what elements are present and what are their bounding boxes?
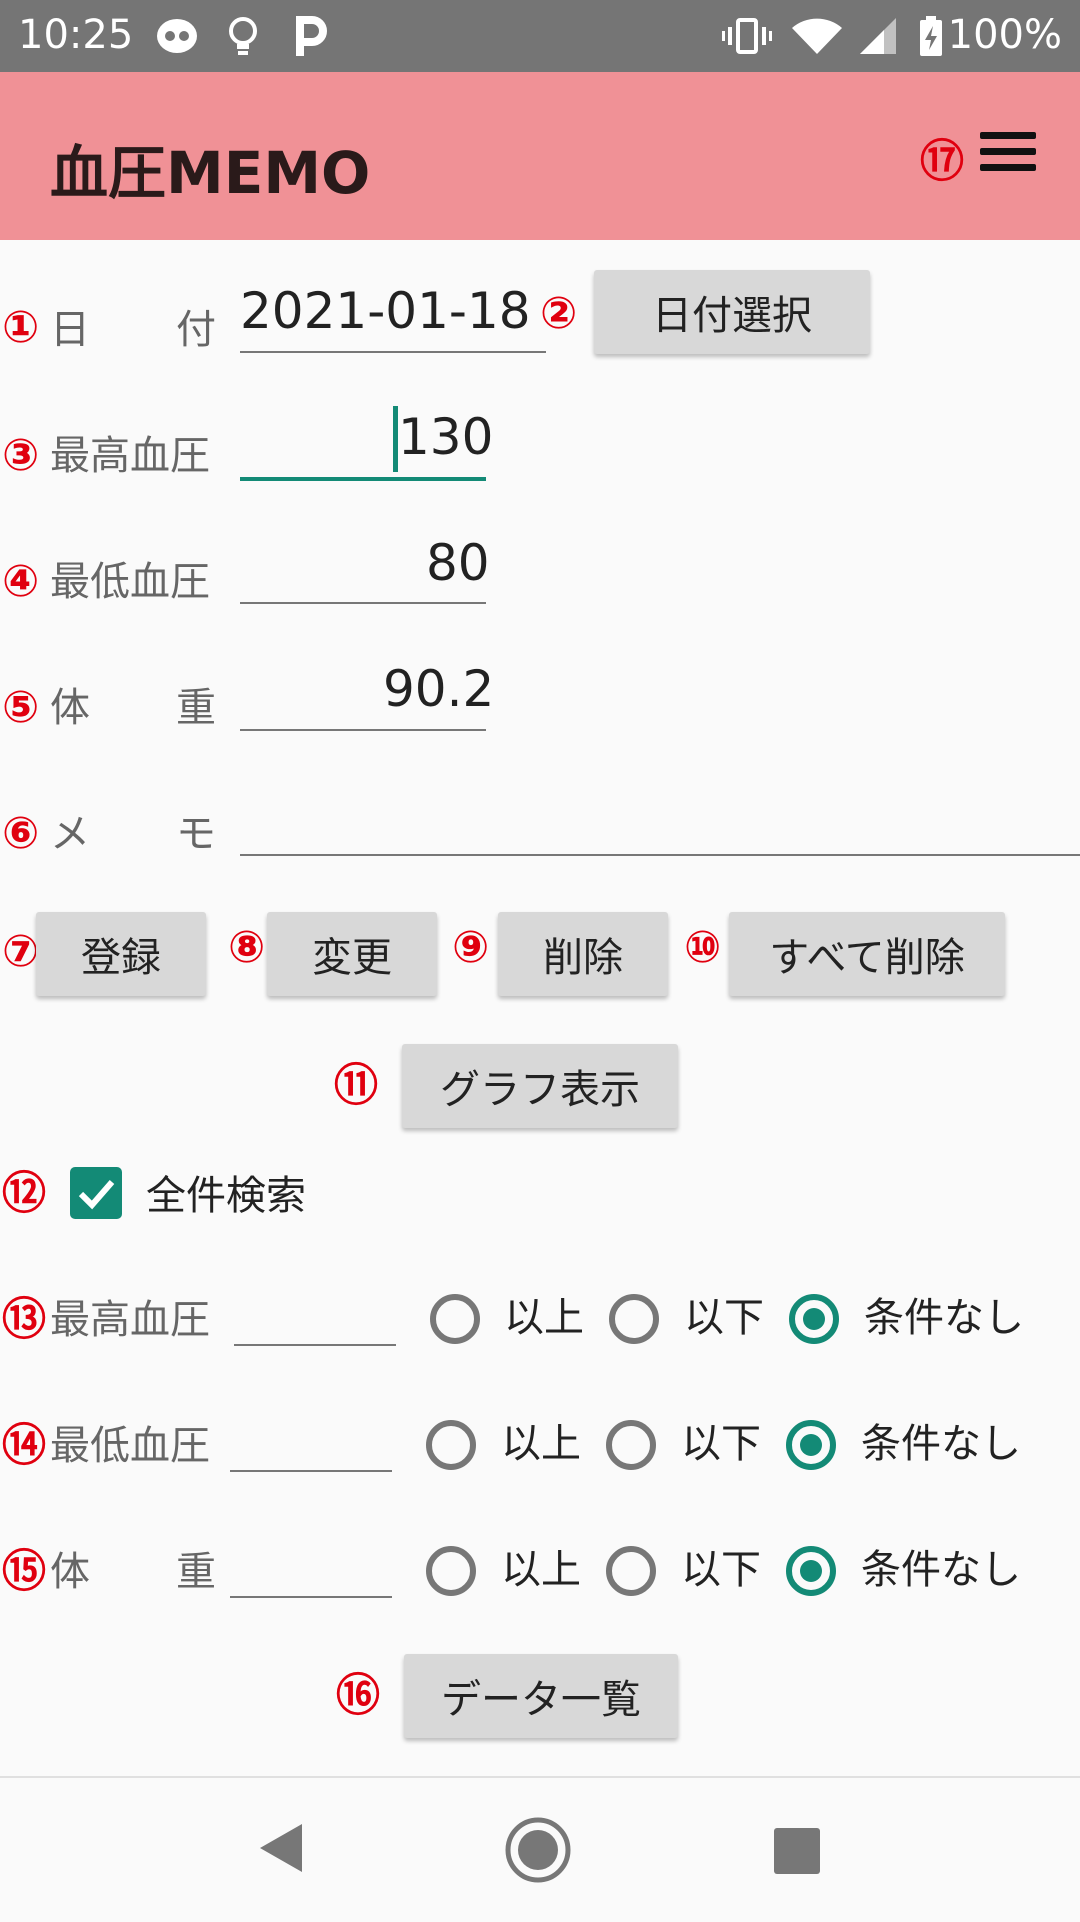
update-button[interactable]: 変更: [267, 912, 437, 996]
systolic-above-label: 以上: [504, 1295, 584, 1341]
marker-9: ⑨: [452, 922, 490, 973]
marker-2: ②: [540, 288, 578, 339]
marker-1: ①: [2, 302, 40, 353]
search-weight-underline: [230, 1596, 392, 1598]
date-select-button[interactable]: 日付選択: [594, 270, 870, 354]
search-diastolic-label: 最低血圧: [50, 1423, 210, 1469]
app-title: 血圧MEMO: [50, 139, 371, 207]
search-systolic-underline: [234, 1344, 396, 1346]
weight-none-label: 条件なし: [861, 1547, 1021, 1593]
delete-all-button[interactable]: すべて削除: [729, 912, 1005, 996]
lightbulb-icon: [229, 17, 257, 55]
marker-11: ⑪: [334, 1060, 378, 1111]
recents-icon[interactable]: [774, 1828, 820, 1874]
memo-field-underline: [240, 854, 1080, 856]
weight-above-radio[interactable]: [426, 1546, 476, 1596]
all-search-checkbox[interactable]: [70, 1167, 122, 1219]
systolic-below-label: 以下: [684, 1295, 764, 1341]
checkmark-icon: [78, 1180, 115, 1210]
systolic-label: 最高血圧: [50, 433, 210, 479]
diastolic-below-label: 以下: [681, 1421, 761, 1467]
search-weight-label-b: 重: [176, 1549, 216, 1595]
marker-13: ⑬: [2, 1294, 46, 1345]
systolic-field-underline: [240, 477, 486, 481]
diastolic-above-radio[interactable]: [426, 1420, 476, 1470]
graph-button[interactable]: グラフ表示: [402, 1044, 678, 1128]
systolic-none-label: 条件なし: [864, 1295, 1024, 1341]
back-icon[interactable]: [256, 1822, 306, 1874]
weight-label-a: 体: [50, 685, 90, 731]
register-button[interactable]: 登録: [36, 912, 206, 996]
systolic-above-radio[interactable]: [430, 1294, 480, 1344]
weight-below-label: 以下: [681, 1547, 761, 1593]
diastolic-label: 最低血圧: [50, 559, 210, 605]
search-diastolic-underline: [230, 1470, 392, 1472]
memo-label-a: メ: [50, 811, 90, 857]
marker-14: ⑭: [2, 1420, 46, 1471]
navigation-bar: [0, 1776, 1080, 1922]
marker-8: ⑧: [228, 922, 266, 973]
diastolic-above-label: 以上: [501, 1421, 581, 1467]
search-weight-label-a: 体: [50, 1549, 90, 1595]
wifi-icon: [792, 18, 842, 54]
marker-6: ⑥: [2, 808, 40, 859]
home-icon[interactable]: [504, 1816, 572, 1884]
weight-label-b: 重: [176, 685, 216, 731]
date-label-a: 日: [50, 307, 90, 353]
systolic-below-radio[interactable]: [609, 1294, 659, 1344]
marker-4: ④: [2, 556, 40, 607]
marker-12: ⑫: [2, 1168, 46, 1219]
menu-icon[interactable]: [970, 128, 1046, 188]
status-bar: 10:25 100%: [0, 0, 1080, 72]
vibrate-icon: [722, 18, 772, 54]
date-field-underline: [240, 351, 546, 353]
marker-3: ③: [2, 430, 40, 481]
diastolic-below-radio[interactable]: [606, 1420, 656, 1470]
signal-icon: [860, 18, 896, 54]
weight-field-underline: [240, 729, 486, 731]
delete-button[interactable]: 削除: [498, 912, 668, 996]
systolic-value[interactable]: 130: [398, 412, 493, 462]
marker-7: ⑦: [2, 926, 40, 977]
systolic-none-radio[interactable]: [789, 1294, 839, 1344]
weight-below-radio[interactable]: [606, 1546, 656, 1596]
marker-10: ⑩: [684, 922, 722, 973]
data-list-button[interactable]: データ一覧: [404, 1654, 678, 1738]
diastolic-none-radio[interactable]: [786, 1420, 836, 1470]
marker-17: ⑰: [920, 136, 964, 187]
weight-above-label: 以上: [501, 1547, 581, 1593]
marker-16: ⑯: [336, 1670, 380, 1721]
battery-charging-icon: [920, 16, 942, 56]
diastolic-field-underline: [240, 602, 486, 604]
marker-15: ⑮: [2, 1546, 46, 1597]
memo-label-b: モ: [176, 811, 216, 857]
all-search-label: 全件検索: [146, 1173, 306, 1219]
battery-percent: 100%: [947, 12, 1062, 58]
app-bar: 血圧MEMO ⑰: [0, 72, 1080, 240]
parking-icon: [296, 16, 327, 56]
status-time: 10:25: [18, 12, 134, 58]
weight-none-radio[interactable]: [786, 1546, 836, 1596]
date-value[interactable]: 2021-01-18: [240, 286, 531, 336]
marker-5: ⑤: [2, 682, 40, 733]
diastolic-none-label: 条件なし: [861, 1421, 1021, 1467]
messenger-icon: [157, 19, 197, 53]
diastolic-value[interactable]: 80: [426, 538, 490, 588]
weight-value[interactable]: 90.2: [383, 664, 494, 714]
date-label-b: 付: [176, 307, 216, 353]
search-systolic-label: 最高血圧: [50, 1297, 210, 1343]
